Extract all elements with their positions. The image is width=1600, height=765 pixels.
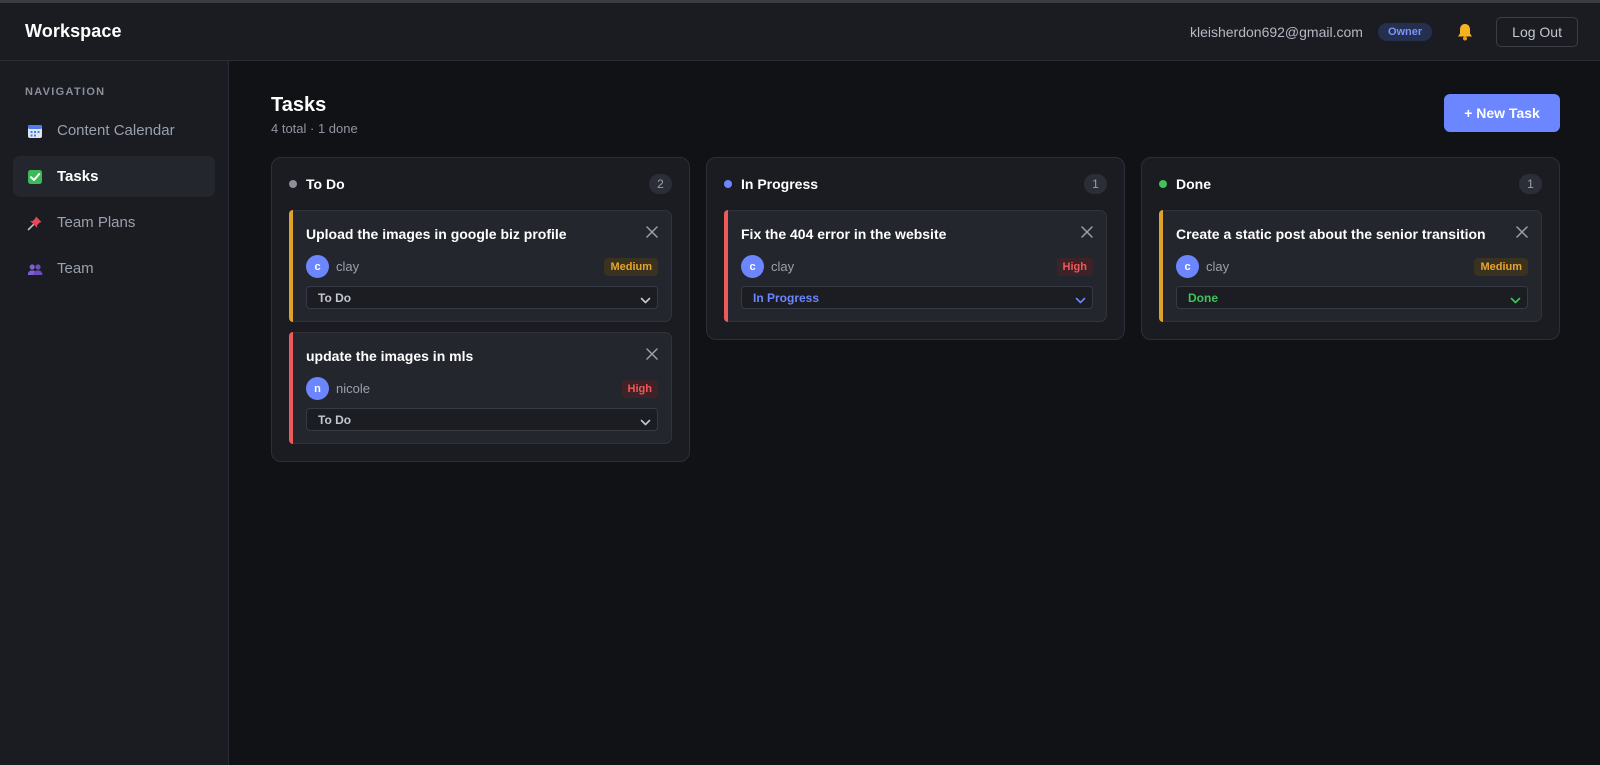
column-in-progress: In Progress 1 Fix the 404 error in the w…: [706, 157, 1125, 340]
people-icon: [27, 261, 43, 277]
avatar: c: [306, 255, 329, 278]
sidebar-item-team[interactable]: Team: [13, 248, 215, 289]
priority-badge: High: [621, 379, 658, 398]
task-title: Create a static post about the senior tr…: [1176, 226, 1486, 242]
role-badge: Owner: [1377, 22, 1433, 41]
status-dot: [289, 180, 297, 188]
chevron-down-icon: [640, 415, 651, 426]
checkbox-icon: [27, 169, 43, 185]
close-icon[interactable]: [645, 347, 659, 361]
calendar-icon: [27, 123, 43, 139]
status-select-value: Done: [1188, 290, 1218, 305]
close-icon[interactable]: [1080, 225, 1094, 239]
assignee-name: clay: [1206, 259, 1230, 274]
column-count: 1: [1519, 174, 1542, 194]
column-title: In Progress: [741, 176, 819, 192]
column-header: Done 1: [1159, 174, 1542, 194]
task-card[interactable]: Fix the 404 error in the website c clay …: [724, 210, 1107, 322]
sidebar-item-tasks[interactable]: Tasks: [13, 156, 215, 197]
priority-accent-bar: [289, 210, 293, 322]
pushpin-icon: [27, 215, 43, 231]
user-email: kleisherdon692@gmail.com: [1189, 23, 1363, 40]
task-card[interactable]: Create a static post about the senior tr…: [1159, 210, 1542, 322]
logout-button[interactable]: Log Out: [1496, 16, 1578, 47]
sidebar-item-label: Team: [57, 260, 94, 277]
task-meta: n nicole High: [306, 377, 658, 400]
bell-icon[interactable]: [1454, 21, 1476, 43]
task-title: update the images in mls: [306, 348, 474, 364]
avatar: c: [1176, 255, 1199, 278]
page-subtitle: 4 total · 1 done: [271, 121, 358, 136]
priority-accent-bar: [724, 210, 728, 322]
user-area: kleisherdon692@gmail.com Owner Log Out: [1189, 16, 1578, 47]
avatar: c: [741, 255, 764, 278]
task-card[interactable]: Upload the images in google biz profile …: [289, 210, 672, 322]
task-meta: c clay High: [741, 255, 1093, 278]
priority-accent-bar: [289, 332, 293, 444]
status-select[interactable]: Done: [1176, 286, 1528, 309]
sidebar-item-label: Tasks: [57, 168, 99, 185]
priority-badge: High: [1056, 257, 1093, 276]
nav-heading: NAVIGATION: [25, 86, 106, 98]
column-done: Done 1 Create a static post about the se…: [1141, 157, 1560, 340]
page-title: Tasks: [271, 94, 327, 116]
column-title: To Do: [306, 176, 345, 192]
status-dot: [1159, 180, 1167, 188]
priority-badge: Medium: [1474, 257, 1528, 276]
status-select-value: To Do: [318, 290, 352, 305]
column-count: 1: [1084, 174, 1107, 194]
task-meta: c clay Medium: [1176, 255, 1528, 278]
close-icon[interactable]: [1515, 225, 1529, 239]
avatar: n: [306, 377, 329, 400]
status-select[interactable]: To Do: [306, 408, 658, 431]
column-title: Done: [1176, 176, 1211, 192]
status-dot: [724, 180, 732, 188]
top-bar: Workspace kleisherdon692@gmail.com Owner…: [0, 3, 1600, 61]
priority-accent-bar: [1159, 210, 1163, 322]
assignee-name: clay: [336, 259, 360, 274]
chevron-down-icon: [1075, 293, 1086, 304]
status-select-value: In Progress: [753, 290, 820, 305]
brand-title: Workspace: [25, 21, 122, 41]
task-title: Upload the images in google biz profile: [306, 226, 567, 242]
task-meta: c clay Medium: [306, 255, 658, 278]
sidebar: NAVIGATION Content Calendar Tasks Team P…: [0, 61, 229, 765]
status-select[interactable]: In Progress: [741, 286, 1093, 309]
column-count: 2: [649, 174, 672, 194]
column-todo: To Do 2 Upload the images in google biz …: [271, 157, 690, 462]
main-content: Tasks 4 total · 1 done + New Task To Do …: [229, 61, 1600, 765]
priority-badge: Medium: [604, 257, 658, 276]
chevron-down-icon: [640, 293, 651, 304]
status-select-value: To Do: [318, 412, 352, 427]
chevron-down-icon: [1510, 293, 1521, 304]
column-header: In Progress 1: [724, 174, 1107, 194]
assignee-name: clay: [771, 259, 795, 274]
column-header: To Do 2: [289, 174, 672, 194]
sidebar-item-label: Content Calendar: [57, 122, 175, 139]
close-icon[interactable]: [645, 225, 659, 239]
sidebar-item-team-plans[interactable]: Team Plans: [13, 202, 215, 243]
sidebar-item-content-calendar[interactable]: Content Calendar: [13, 110, 215, 151]
sidebar-item-label: Team Plans: [57, 214, 136, 231]
task-card[interactable]: update the images in mls n nicole High T…: [289, 332, 672, 444]
assignee-name: nicole: [336, 381, 370, 396]
new-task-button[interactable]: + New Task: [1444, 94, 1560, 132]
task-title: Fix the 404 error in the website: [741, 226, 947, 242]
status-select[interactable]: To Do: [306, 286, 658, 309]
